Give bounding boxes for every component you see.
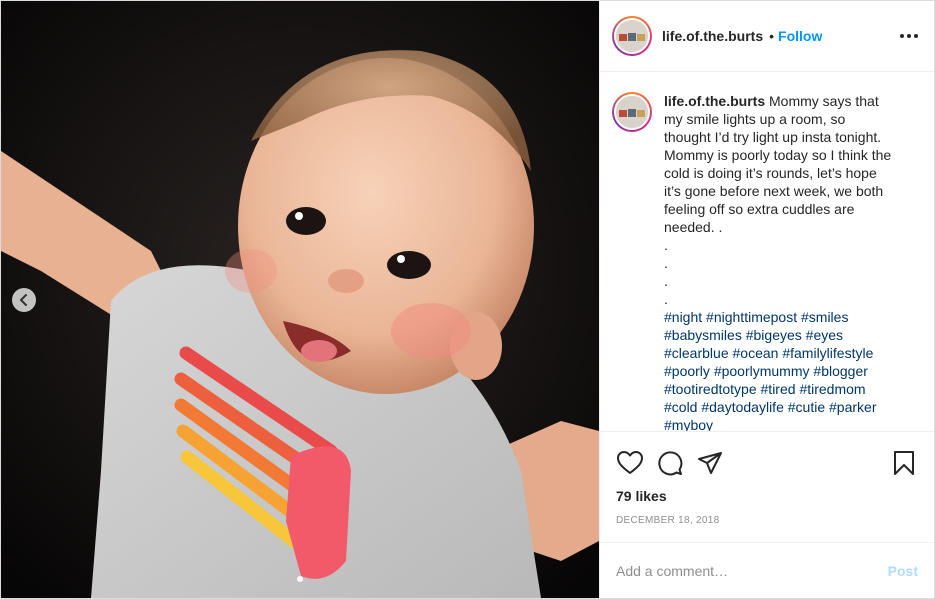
avatar-image bbox=[614, 18, 650, 54]
caption-line: . bbox=[664, 273, 668, 289]
share-button[interactable] bbox=[696, 449, 724, 477]
carousel-indicator bbox=[1, 576, 599, 582]
hashtag-link[interactable]: #night bbox=[664, 309, 702, 325]
previous-slide-button[interactable] bbox=[12, 288, 36, 312]
carousel-dot bbox=[297, 576, 303, 582]
post-date[interactable]: DECEMBER 18, 2018 bbox=[616, 515, 918, 526]
hashtag-link[interactable]: #clearblue bbox=[664, 345, 729, 361]
post-details-panel: life.of.the.burts • Follow life.of.the.b… bbox=[599, 1, 934, 598]
hashtag-link[interactable]: #poorlymummy bbox=[714, 363, 810, 379]
hashtag-link[interactable]: #smiles bbox=[801, 309, 848, 325]
caption-username[interactable]: life.of.the.burts bbox=[664, 93, 765, 109]
baby-photo bbox=[1, 1, 599, 598]
caption-line: Mommy is poorly today so I think the bbox=[664, 147, 892, 163]
more-dots-icon bbox=[900, 34, 904, 38]
avatar-image bbox=[614, 94, 650, 130]
caption-line: . bbox=[664, 255, 668, 271]
caption-text: life.of.the.burts Mommy says that my smi… bbox=[664, 92, 908, 431]
instagram-post: life.of.the.burts • Follow life.of.the.b… bbox=[0, 0, 935, 599]
hashtag-link[interactable]: #ocean bbox=[733, 345, 779, 361]
save-button[interactable] bbox=[890, 449, 918, 477]
caption-line: Mommy says that bbox=[769, 93, 879, 109]
post-header: life.of.the.burts • Follow bbox=[600, 1, 934, 72]
hashtag-link[interactable]: #bigeyes bbox=[746, 327, 802, 343]
heart-icon bbox=[617, 451, 643, 474]
hashtag-link[interactable]: #tired bbox=[761, 381, 796, 397]
follow-button[interactable]: Follow bbox=[778, 28, 822, 44]
hashtag-link[interactable]: #cutie bbox=[788, 399, 825, 415]
more-options-button[interactable] bbox=[900, 28, 918, 44]
caption-row: life.of.the.burts Mommy says that my smi… bbox=[612, 92, 918, 431]
hashtag-list: #night #nighttimepost #smiles #babysmiles… bbox=[664, 308, 908, 431]
comment-icon bbox=[658, 451, 683, 476]
comment-input[interactable] bbox=[616, 562, 888, 579]
hashtag-link[interactable]: #familylifestyle bbox=[782, 345, 873, 361]
like-button[interactable] bbox=[616, 449, 644, 477]
hashtag-link[interactable]: #parker bbox=[829, 399, 876, 415]
bookmark-icon bbox=[894, 451, 914, 475]
caption-line: . bbox=[664, 237, 668, 253]
hashtag-line: #night #nighttimepost #smiles bbox=[664, 308, 908, 326]
comments-section: life.of.the.burts Mommy says that my smi… bbox=[600, 72, 934, 431]
comment-button[interactable] bbox=[656, 449, 684, 477]
caption-avatar[interactable] bbox=[612, 92, 652, 132]
hashtag-link[interactable]: #babysmiles bbox=[664, 327, 742, 343]
hashtag-line: #tootiredtotype #tired #tiredmom bbox=[664, 380, 908, 398]
caption-line: needed. . bbox=[664, 219, 723, 235]
paper-plane-icon bbox=[698, 452, 722, 474]
hashtag-link[interactable]: #tiredmom bbox=[799, 381, 865, 397]
hashtag-line: #babysmiles #bigeyes #eyes bbox=[664, 326, 908, 344]
caption-line: feeling off so extra cuddles are bbox=[664, 201, 855, 217]
post-media[interactable] bbox=[1, 1, 599, 598]
hashtag-line: #myboy bbox=[664, 416, 908, 431]
caption-first-line: life.of.the.burts Mommy says that bbox=[664, 92, 908, 110]
header-username[interactable]: life.of.the.burts bbox=[662, 28, 763, 44]
profile-avatar[interactable] bbox=[612, 16, 652, 56]
hashtag-line: #poorly #poorlymummy #blogger bbox=[664, 362, 908, 380]
hashtag-link[interactable]: #myboy bbox=[664, 417, 713, 431]
hashtag-line: #cold #daytodaylife #cutie #parker bbox=[664, 398, 908, 416]
caption-line: my smile lights up a room, so bbox=[664, 111, 846, 127]
post-comment-button[interactable]: Post bbox=[888, 563, 918, 579]
hashtag-link[interactable]: #nighttimepost bbox=[706, 309, 797, 325]
hashtag-link[interactable]: #cold bbox=[664, 399, 697, 415]
header-separator: • bbox=[769, 28, 775, 44]
hashtag-link[interactable]: #daytodaylife bbox=[701, 399, 784, 415]
caption-line: . bbox=[664, 291, 668, 307]
post-actions: 79 likes DECEMBER 18, 2018 bbox=[600, 431, 934, 542]
hashtag-link[interactable]: #eyes bbox=[806, 327, 843, 343]
hashtag-link[interactable]: #poorly bbox=[664, 363, 710, 379]
caption-line: thought I’d try light up insta tonight. bbox=[664, 129, 882, 145]
likes-count[interactable]: 79 likes bbox=[616, 488, 918, 504]
hashtag-link[interactable]: #blogger bbox=[813, 363, 868, 379]
hashtag-line: #clearblue #ocean #familylifestyle bbox=[664, 344, 908, 362]
add-comment-box: Post bbox=[600, 542, 934, 598]
caption-line: cold is doing it’s rounds, let’s hope bbox=[664, 165, 877, 181]
action-icons bbox=[616, 441, 918, 485]
hashtag-link[interactable]: #tootiredtotype bbox=[664, 381, 757, 397]
chevron-left-icon bbox=[20, 294, 27, 306]
caption-line: it’s gone before next week, we both bbox=[664, 183, 884, 199]
